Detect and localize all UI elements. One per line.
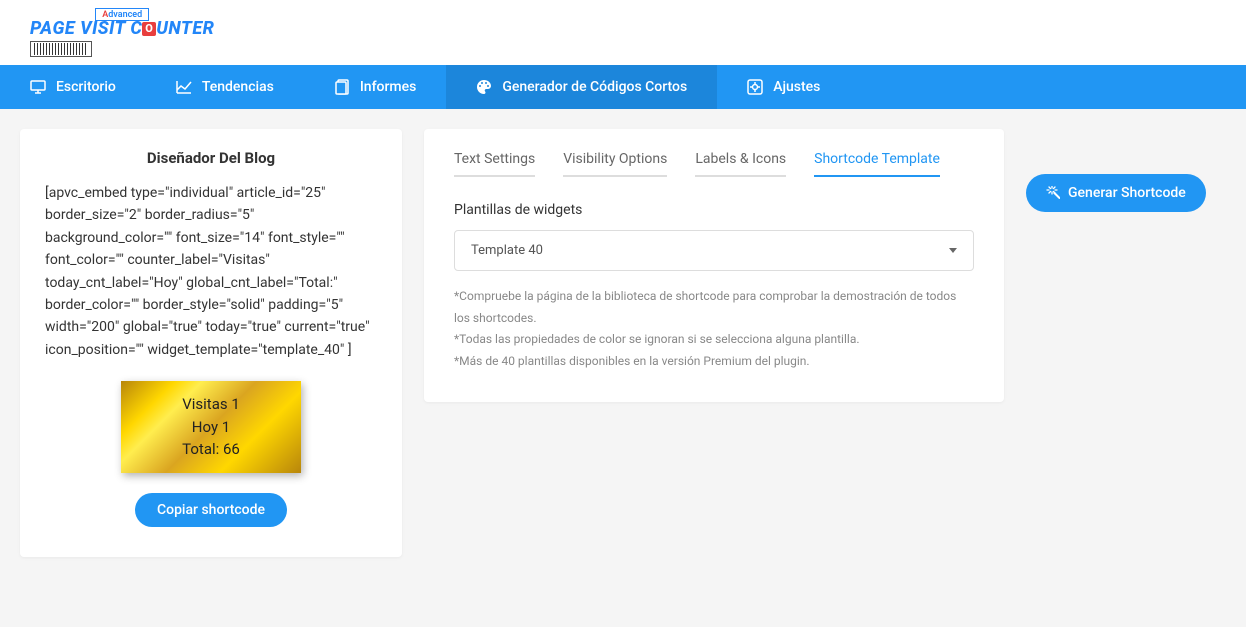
- widget-total: Total: 66: [121, 438, 301, 461]
- chevron-down-icon: [949, 248, 957, 253]
- nav-label: Informes: [360, 79, 417, 95]
- nav-label: Tendencias: [202, 79, 274, 95]
- template-select-label: Plantillas de widgets: [454, 202, 974, 218]
- nav-item-ajustes[interactable]: Ajustes: [717, 65, 850, 109]
- desktop-icon: [30, 79, 46, 95]
- shortcode-output: [apvc_embed type="individual" article_id…: [45, 182, 377, 361]
- settings-tabs: Text Settings Visibility Options Labels …: [454, 151, 974, 177]
- tab-labels-icons[interactable]: Labels & Icons: [695, 151, 786, 177]
- nav-item-escritorio[interactable]: Escritorio: [0, 65, 146, 109]
- tab-text-settings[interactable]: Text Settings: [454, 151, 535, 177]
- widget-preview: Visitas 1 Hoy 1 Total: 66: [121, 381, 301, 473]
- designer-panel: Diseñador Del Blog [apvc_embed type="ind…: [20, 129, 402, 557]
- copy-shortcode-button[interactable]: Copiar shortcode: [135, 493, 287, 527]
- widget-visitas: Visitas 1: [121, 393, 301, 416]
- logo-title: PAGE VISIT COUNTER: [30, 18, 214, 39]
- generate-button-label: Generar Shortcode: [1068, 185, 1186, 201]
- magic-icon: [1046, 186, 1060, 200]
- nav-item-tendencias[interactable]: Tendencias: [146, 65, 304, 109]
- template-hint-1: *Compruebe la página de la biblioteca de…: [454, 286, 974, 329]
- gear-icon: [747, 79, 763, 95]
- widget-hoy: Hoy 1: [121, 416, 301, 439]
- template-hint-2: *Todas las propiedades de color se ignor…: [454, 329, 974, 351]
- designer-title: Diseñador Del Blog: [45, 149, 377, 167]
- settings-panel: Text Settings Visibility Options Labels …: [424, 129, 1004, 402]
- main-content: Diseñador Del Blog [apvc_embed type="ind…: [0, 109, 1246, 577]
- header: Advanced PAGE VISIT COUNTER: [0, 0, 1246, 65]
- palette-icon: [476, 79, 492, 95]
- nav-label: Ajustes: [773, 79, 820, 95]
- main-nav: Escritorio Tendencias Informes Generador…: [0, 65, 1246, 109]
- logo: Advanced PAGE VISIT COUNTER: [30, 8, 214, 59]
- nav-label: Escritorio: [56, 79, 116, 95]
- trend-icon: [176, 79, 192, 95]
- logo-counter-icon: [30, 41, 92, 57]
- nav-item-generador[interactable]: Generador de Códigos Cortos: [446, 65, 717, 109]
- template-hint-3: *Más de 40 plantillas disponibles en la …: [454, 351, 974, 373]
- nav-label: Generador de Códigos Cortos: [502, 79, 687, 95]
- tab-shortcode-template[interactable]: Shortcode Template: [814, 151, 940, 177]
- generate-shortcode-button[interactable]: Generar Shortcode: [1026, 174, 1206, 212]
- template-select[interactable]: Template 40: [454, 230, 974, 271]
- nav-item-informes[interactable]: Informes: [304, 65, 447, 109]
- template-select-value: Template 40: [471, 243, 543, 258]
- reports-icon: [334, 79, 350, 95]
- tab-visibility-options[interactable]: Visibility Options: [563, 151, 667, 177]
- logo-o-icon: O: [142, 22, 156, 36]
